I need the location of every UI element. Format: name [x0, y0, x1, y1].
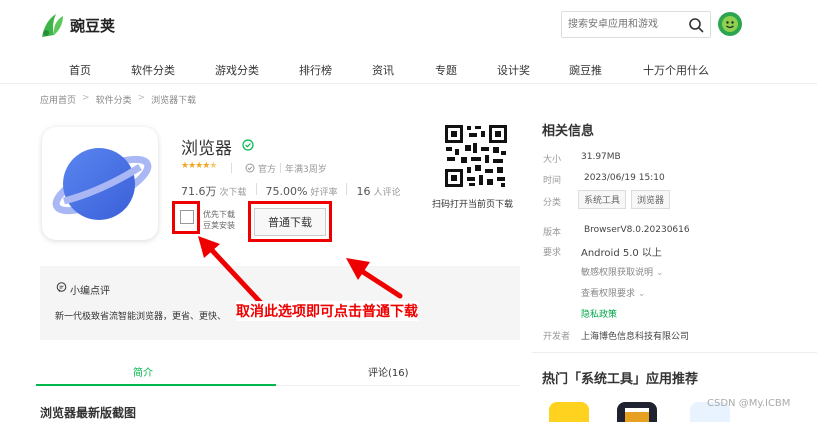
version-label: 版本: [543, 228, 562, 238]
clapperboard-icon: [625, 408, 649, 422]
breadcrumb-separator-icon: >: [137, 93, 146, 103]
half-star-icon: ★: [209, 161, 217, 171]
stat-divider: [346, 183, 348, 195]
breadcrumb: 应用首页 > 软件分类 > 浏览器下载: [40, 93, 196, 106]
nav-item-home[interactable]: 首页: [69, 62, 91, 78]
breadcrumb-software[interactable]: 软件分类: [96, 93, 132, 106]
downloads-count: 71.6万: [181, 185, 217, 198]
app-title: 浏览器: [181, 139, 232, 159]
recommend-divider: [532, 352, 817, 353]
tag-divider: [280, 163, 281, 173]
search-input[interactable]: [562, 12, 682, 37]
annotation-highlight-checkbox: [172, 201, 200, 234]
rating-stars: ★★★★★: [181, 161, 217, 171]
size-value: 31.97MB: [581, 152, 621, 162]
reviews-unit: 人评论: [373, 188, 401, 198]
recommend-app-icon[interactable]: [549, 402, 589, 422]
category-label: 分类: [543, 198, 562, 208]
planet-icon: [52, 148, 152, 220]
stat-divider: [255, 183, 257, 195]
app-icon: [42, 127, 158, 240]
developer-label: 开发者: [543, 332, 571, 342]
downloads-unit: 次下载: [219, 188, 247, 198]
nav-item-topics[interactable]: 专题: [435, 62, 457, 78]
category-chips: 系统工具 浏览器: [578, 190, 675, 209]
shield-check-icon: [245, 163, 255, 173]
nav-item-wandou-push[interactable]: 豌豆推: [569, 62, 602, 78]
smiley-avatar-icon: [722, 16, 738, 32]
nav-divider: [0, 83, 817, 84]
detail-tabs: 简介 评论(16): [36, 358, 520, 386]
info-title: 相关信息: [542, 124, 595, 139]
annotation-arrow-icon: [198, 236, 265, 307]
user-avatar[interactable]: [718, 12, 742, 36]
version-value: BrowserV8.0.20230616: [584, 225, 690, 235]
chevron-down-icon: ⌄: [637, 289, 646, 299]
category-chip[interactable]: 浏览器: [631, 190, 671, 209]
nav-item-games[interactable]: 游戏分类: [215, 62, 259, 78]
screenshots-title: 浏览器最新版截图: [40, 406, 137, 420]
logo-text: 豌豆荚: [70, 16, 116, 35]
tag-age: 年满3周岁: [285, 165, 327, 175]
breadcrumb-separator-icon: >: [82, 93, 90, 103]
qr-code-icon[interactable]: [443, 123, 509, 189]
recommend-title: 热门「系统工具」应用推荐: [542, 372, 699, 387]
search-icon[interactable]: [688, 17, 704, 33]
qr-caption: 扫码打开当前页下载: [432, 200, 514, 210]
chevron-down-icon: ⌄: [655, 268, 664, 278]
nav-item-what-to-use[interactable]: 十万个用什么: [643, 62, 709, 78]
logo[interactable]: 豌豆荚: [38, 10, 118, 40]
tag-official: 官方: [258, 165, 277, 175]
rating-unit: 好评率: [310, 188, 338, 198]
breadcrumb-home[interactable]: 应用首页: [40, 93, 76, 106]
watermark: CSDN @My.ICBM: [707, 398, 791, 409]
permissions-link[interactable]: 敏感权限获取说明 ⌄: [581, 265, 663, 278]
nav-item-news[interactable]: 资讯: [372, 62, 394, 78]
annotation-text: 取消此选项即可点击普通下载: [236, 301, 418, 321]
tab-active-indicator: [36, 384, 276, 386]
checkbox-label-line1: 优先下载: [203, 210, 235, 219]
nav-item-design-award[interactable]: 设计奖: [497, 62, 530, 78]
rating-percent: 75.00%: [265, 185, 308, 198]
reviews-count: 16: [356, 185, 371, 198]
verified-check-icon: [242, 139, 254, 151]
time-label: 时间: [543, 176, 562, 186]
view-permissions-text: 查看权限要求: [581, 289, 636, 299]
review-title: 小编点评: [70, 286, 110, 297]
nav-item-software[interactable]: 软件分类: [131, 62, 175, 78]
view-permissions-link[interactable]: 查看权限要求 ⌄: [581, 286, 645, 299]
category-chip[interactable]: 系统工具: [578, 190, 627, 209]
top-nav: 首页 软件分类 游戏分类 排行榜 资讯 专题 设计奖 豌豆推 十万个用什么: [0, 58, 817, 82]
recommend-app-icon[interactable]: [617, 402, 657, 422]
checkbox-label: 优先下载 豆荚安装: [203, 209, 235, 231]
time-value: 2023/06/19 15:10: [584, 173, 665, 183]
requirement-value: Android 5.0 以上: [581, 248, 662, 259]
size-label: 大小: [543, 155, 562, 165]
tag-divider: [231, 163, 232, 173]
pea-pod-logo-icon: [42, 14, 63, 37]
search-box: [561, 11, 711, 38]
tab-intro[interactable]: 简介: [133, 364, 153, 379]
breadcrumb-current: 浏览器下载: [151, 96, 197, 106]
comment-bubble-icon: [56, 282, 67, 292]
checkbox-label-line2: 豆荚安装: [203, 221, 235, 230]
privacy-policy-link[interactable]: 隐私政策: [581, 307, 617, 320]
nav-item-ranking[interactable]: 排行榜: [299, 62, 332, 78]
permissions-link-text: 敏感权限获取说明: [581, 268, 654, 278]
developer-value: 上海博色信息科技有限公司: [581, 332, 690, 342]
tab-reviews[interactable]: 评论(16): [368, 364, 409, 379]
requirement-label: 要求: [543, 248, 562, 258]
annotation-arrow-icon: [346, 258, 403, 299]
app-stats: 71.6万 次下载 75.00% 好评率 16 人评论: [181, 183, 401, 199]
